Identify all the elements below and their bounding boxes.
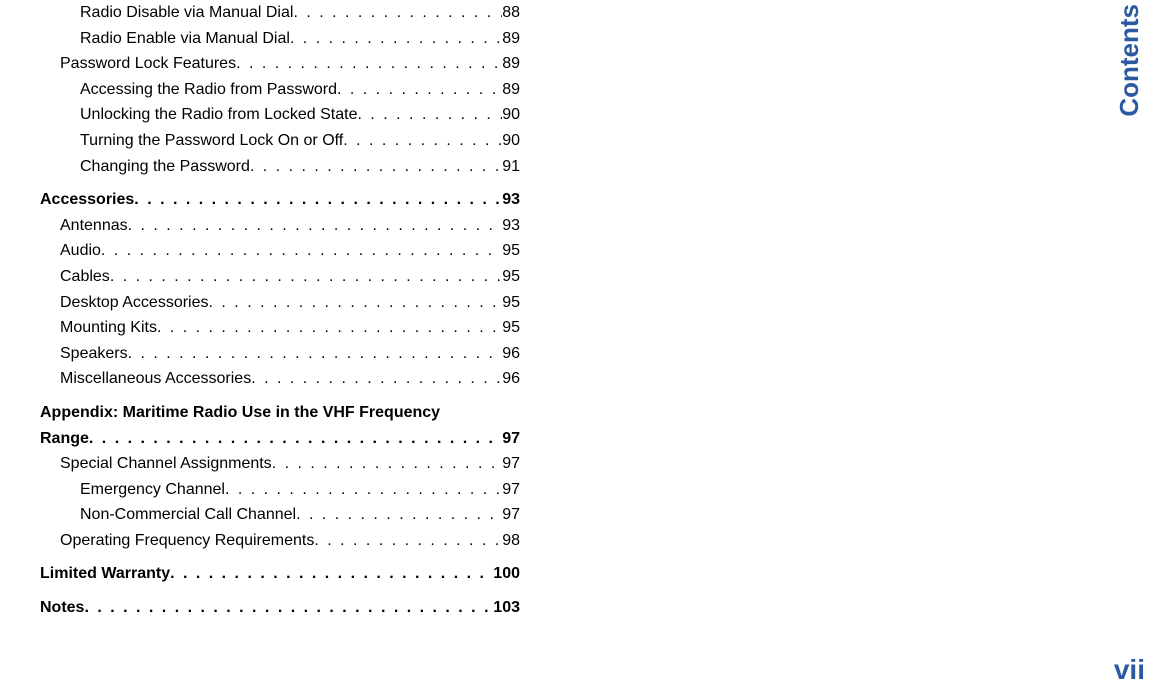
toc-entry-page: 95 [502, 264, 520, 290]
toc-entry-label: Radio Enable via Manual Dial [80, 26, 290, 52]
toc-entry-label: Operating Frequency Requirements [60, 528, 314, 554]
toc-entry: Antennas 93 [60, 213, 520, 239]
toc-dots [272, 451, 503, 477]
toc-entry-page: 95 [502, 238, 520, 264]
toc-dots [170, 561, 493, 587]
toc-dots [236, 51, 502, 77]
toc-entry: Cables 95 [60, 264, 520, 290]
side-tab-label: Contents [1114, 4, 1145, 117]
toc-entry-page: 93 [502, 187, 520, 213]
toc-entry-label: Range [40, 426, 89, 452]
toc-entry-page: 88 [502, 0, 520, 26]
toc-entry: Miscellaneous Accessories 96 [60, 366, 520, 392]
toc-entry-label: Miscellaneous Accessories [60, 366, 251, 392]
toc-entry-page: 95 [502, 290, 520, 316]
toc-entry-label: Turning the Password Lock On or Off [80, 128, 343, 154]
toc-entry: Password Lock Features 89 [60, 51, 520, 77]
toc-entry: Accessing the Radio from Password 89 [80, 77, 520, 103]
toc-dots [209, 290, 503, 316]
toc-dots [101, 238, 502, 264]
toc-entry-label: Accessing the Radio from Password [80, 77, 337, 103]
toc-entry-label: Notes [40, 595, 84, 621]
toc-entry: Non-Commercial Call Channel 97 [80, 502, 520, 528]
toc-entry: Emergency Channel 97 [80, 477, 520, 503]
toc-dots [84, 595, 493, 621]
toc-page: Radio Disable via Manual Dial88Radio Ena… [0, 0, 560, 621]
toc-entry: Turning the Password Lock On or Off 90 [80, 128, 520, 154]
toc-entry-label: Special Channel Assignments [60, 451, 272, 477]
toc-dots [225, 477, 502, 503]
toc-dots [250, 154, 502, 180]
toc-entry: Accessories 93 [40, 187, 520, 213]
toc-dots [293, 0, 502, 26]
toc-entry: Limited Warranty 100 [40, 561, 520, 587]
toc-entry-page: 90 [502, 128, 520, 154]
toc-dots [290, 26, 502, 52]
toc-entry: Unlocking the Radio from Locked State 90 [80, 102, 520, 128]
toc-entry: Speakers 96 [60, 341, 520, 367]
toc-entry: Radio Disable via Manual Dial 88 [80, 0, 520, 26]
toc-entry-page: 97 [502, 502, 520, 528]
toc-entry-page: 90 [502, 102, 520, 128]
toc-entry-label: Desktop Accessories [60, 290, 209, 316]
toc-entry-page: 89 [502, 51, 520, 77]
toc-entry-page: 89 [502, 26, 520, 52]
toc-dots [157, 315, 502, 341]
toc-entry-page: 97 [502, 426, 520, 452]
toc-entry: Range 97 [40, 426, 520, 452]
page-number: vii [1114, 654, 1145, 686]
toc-entry-label: Limited Warranty [40, 561, 170, 587]
toc-entry-page: 96 [502, 366, 520, 392]
toc-entry-label: Radio Disable via Manual Dial [80, 0, 293, 26]
toc-entry-page: 98 [502, 528, 520, 554]
toc-dots [134, 187, 502, 213]
toc-entry-label: Emergency Channel [80, 477, 225, 503]
toc-entry-label: Unlocking the Radio from Locked State [80, 102, 357, 128]
toc-entry: Changing the Password 91 [80, 154, 520, 180]
toc-entry: Notes 103 [40, 595, 520, 621]
toc-entry-page: 96 [502, 341, 520, 367]
toc-dots [343, 128, 502, 154]
toc-entry-page: 95 [502, 315, 520, 341]
toc-entry-page: 93 [502, 213, 520, 239]
toc-entry: Desktop Accessories 95 [60, 290, 520, 316]
toc-entry-label: Mounting Kits [60, 315, 157, 341]
toc-entry-label: Antennas [60, 213, 128, 239]
toc-dots [128, 213, 503, 239]
toc-entry: Audio 95 [60, 238, 520, 264]
toc-dots [314, 528, 502, 554]
toc-entry-page: 103 [493, 595, 520, 621]
toc-dots [128, 341, 503, 367]
toc-entry-label: Speakers [60, 341, 128, 367]
toc-entry-label: Audio [60, 238, 101, 264]
toc-dots [337, 77, 502, 103]
toc-entry-label: Cables [60, 264, 110, 290]
toc-dots [251, 366, 502, 392]
toc-entry: Radio Enable via Manual Dial 89 [80, 26, 520, 52]
toc-entry-page: 89 [502, 77, 520, 103]
toc-entry-label: Changing the Password [80, 154, 250, 180]
toc-entry-page: 97 [502, 477, 520, 503]
toc-entry-page: 91 [502, 154, 520, 180]
toc-entry-page: 100 [493, 561, 520, 587]
toc-entry: Operating Frequency Requirements 98 [60, 528, 520, 554]
toc-entry-label: Accessories [40, 187, 134, 213]
toc-entry-label: Non-Commercial Call Channel [80, 502, 296, 528]
toc-dots [357, 102, 502, 128]
toc-dots [89, 426, 502, 452]
toc-entry-page: 97 [502, 451, 520, 477]
toc-dots [296, 502, 502, 528]
toc-dots [110, 264, 502, 290]
toc-entry: Mounting Kits 95 [60, 315, 520, 341]
toc-entry-label-line1: Appendix: Maritime Radio Use in the VHF … [40, 400, 520, 426]
toc-entry-label: Password Lock Features [60, 51, 236, 77]
toc-entry: Special Channel Assignments 97 [60, 451, 520, 477]
